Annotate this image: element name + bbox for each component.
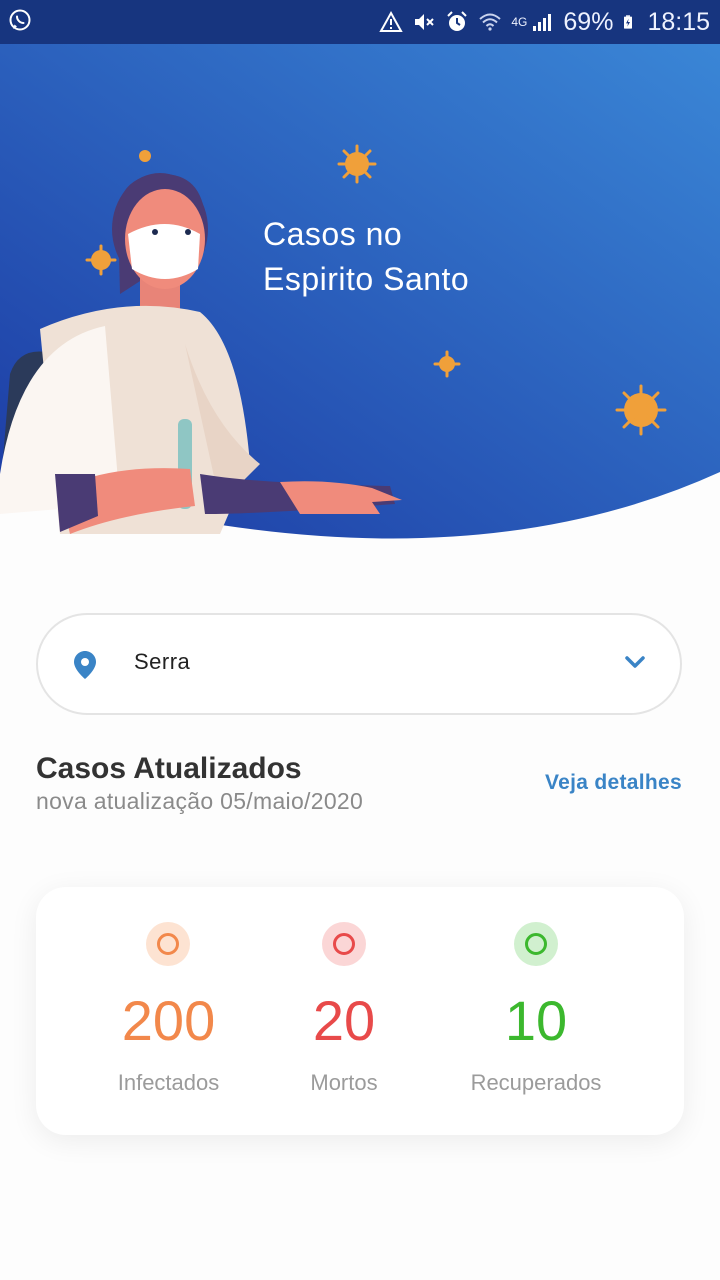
recovered-count: 10 bbox=[504, 989, 568, 1052]
recovered-label: Recuperados bbox=[470, 1070, 602, 1095]
hero-title-line2: Espirito Santo bbox=[263, 261, 470, 297]
alarm-icon bbox=[447, 11, 468, 31]
battery-percentage: 69% bbox=[563, 7, 614, 36]
mute-icon bbox=[415, 14, 435, 30]
warning-icon bbox=[379, 10, 404, 32]
deaths-indicator-icon bbox=[322, 922, 366, 966]
infected-label: Infectados bbox=[117, 1070, 220, 1095]
location-pin-icon bbox=[74, 651, 96, 679]
location-dropdown[interactable]: Serra bbox=[36, 613, 682, 715]
stat-deaths: 20 Mortos bbox=[294, 887, 394, 1135]
hero-title: Casos no Espirito Santo bbox=[263, 212, 583, 302]
whatsapp-icon bbox=[9, 9, 31, 31]
section-title: Casos Atualizados bbox=[36, 752, 302, 785]
clock: 18:15 bbox=[647, 7, 710, 36]
status-bar: 4G 69% 18:15 bbox=[0, 0, 720, 44]
deaths-count: 20 bbox=[312, 989, 376, 1052]
location-selected-value: Serra bbox=[134, 649, 191, 674]
stat-recovered: 10 Recuperados bbox=[451, 887, 621, 1135]
hero-header: Casos no Espirito Santo bbox=[0, 44, 720, 544]
network-type: 4G bbox=[511, 15, 528, 29]
update-date-text: nova atualização 05/maio/2020 bbox=[36, 788, 364, 814]
signal-icon bbox=[533, 14, 552, 31]
hero-title-line1: Casos no bbox=[263, 216, 403, 252]
chevron-down-icon[interactable] bbox=[624, 655, 646, 669]
wifi-icon bbox=[479, 13, 502, 31]
deaths-label: Mortos bbox=[310, 1070, 378, 1095]
recovered-indicator-icon bbox=[514, 922, 558, 966]
infected-count: 200 bbox=[121, 989, 216, 1052]
battery-icon bbox=[624, 15, 633, 29]
stats-card: 200 Infectados 20 Mortos 10 Recuperados bbox=[36, 887, 684, 1135]
infected-indicator-icon bbox=[146, 922, 190, 966]
details-link[interactable]: Veja detalhes bbox=[545, 771, 682, 795]
stat-infected: 200 Infectados bbox=[96, 887, 241, 1135]
